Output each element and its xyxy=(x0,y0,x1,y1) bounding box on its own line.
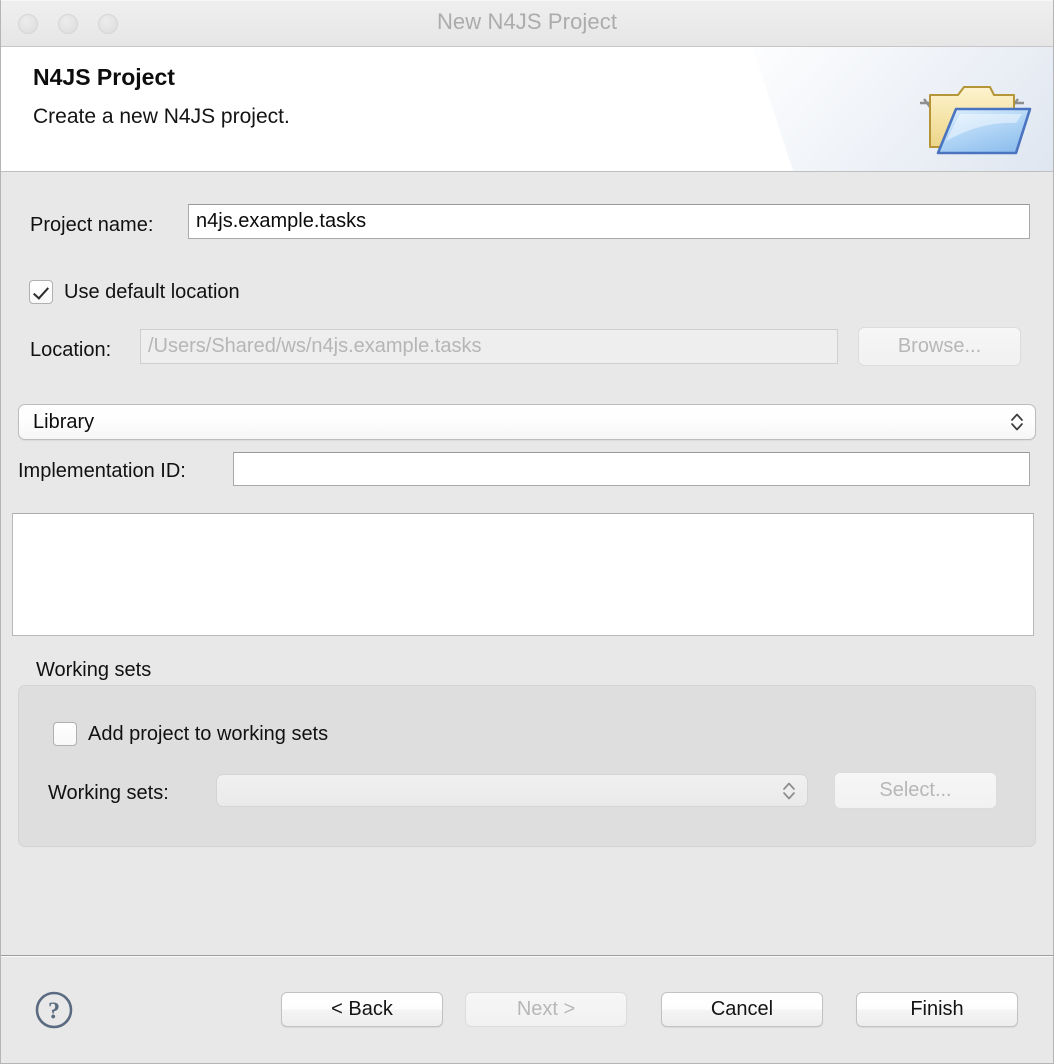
use-default-location-checkbox[interactable]: Use default location xyxy=(29,280,240,304)
implementation-id-input[interactable] xyxy=(233,452,1030,486)
window-title: New N4JS Project xyxy=(436,9,618,34)
add-project-to-working-sets-checkbox[interactable]: Add project to working sets xyxy=(53,722,328,746)
project-type-combo[interactable]: Library xyxy=(18,404,1036,440)
select-working-sets-button[interactable]: Select... xyxy=(834,772,997,809)
back-button[interactable]: < Back xyxy=(281,992,443,1027)
working-sets-label: Working sets: xyxy=(48,782,169,804)
browse-button[interactable]: Browse... xyxy=(858,327,1021,366)
add-project-to-working-sets-label: Add project to working sets xyxy=(88,722,329,745)
checkmark-icon xyxy=(29,280,53,304)
wizard-header: N4JS Project Create a new N4JS project. xyxy=(0,47,1054,172)
page-title: N4JS Project xyxy=(33,64,175,90)
finish-button[interactable]: Finish xyxy=(856,992,1018,1027)
next-button[interactable]: Next > xyxy=(465,992,627,1027)
page-subtitle: Create a new N4JS project. xyxy=(33,105,290,128)
window-titlebar: New N4JS Project xyxy=(0,0,1054,47)
open-folder-icon xyxy=(920,86,1032,155)
working-sets-combo[interactable] xyxy=(216,774,808,807)
implementation-id-label: Implementation ID: xyxy=(18,460,186,482)
working-sets-panel: Add project to working sets Working sets… xyxy=(18,685,1036,847)
working-sets-group-label: Working sets xyxy=(36,659,152,681)
help-question-icon[interactable]: ? xyxy=(34,990,74,1030)
project-name-input[interactable] xyxy=(188,204,1030,239)
location-label: Location: xyxy=(30,339,112,361)
location-input[interactable] xyxy=(140,329,838,364)
implementation-list-box[interactable] xyxy=(12,513,1034,636)
empty-checkbox-icon xyxy=(53,722,77,746)
use-default-location-label: Use default location xyxy=(64,280,240,303)
project-type-value: Library xyxy=(33,410,95,433)
new-n4js-project-dialog: New N4JS Project N4JS Project Create a n… xyxy=(0,0,1054,1064)
svg-text:?: ? xyxy=(48,999,60,1025)
cancel-button[interactable]: Cancel xyxy=(661,992,823,1027)
chevron-updown-icon xyxy=(783,782,795,799)
project-name-label: Project name: xyxy=(30,214,154,236)
chevron-updown-icon xyxy=(1011,413,1023,431)
